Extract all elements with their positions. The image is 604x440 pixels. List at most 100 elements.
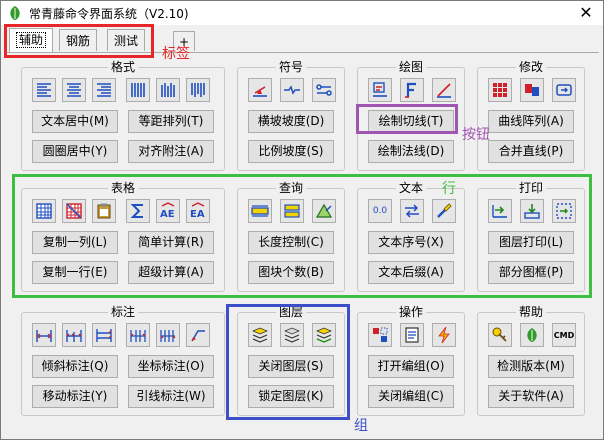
check-version-button[interactable]: 检测版本(M) xyxy=(488,355,574,378)
dimension-linear-icon[interactable] xyxy=(32,323,56,347)
triangle-measure-icon[interactable] xyxy=(312,199,336,223)
group-title: 表格 xyxy=(107,181,138,195)
table-grid-icon[interactable] xyxy=(32,199,56,223)
text-ea-icon[interactable]: EA xyxy=(186,199,210,223)
draw-tangent-button[interactable]: 绘制切线(T) xyxy=(368,110,454,133)
group-title: 打印 xyxy=(515,181,546,195)
dimension-continue-icon[interactable] xyxy=(62,323,86,347)
close-layer-button[interactable]: 关闭图层(S) xyxy=(248,355,334,378)
block-count-button[interactable]: 图块个数(B) xyxy=(248,261,334,284)
tab-gangjin[interactable]: 钢筋 xyxy=(59,29,98,51)
copy-column-button[interactable]: 复制一列(L) xyxy=(32,231,118,254)
close-button[interactable]: ✕ xyxy=(575,3,597,23)
text-suffix-button[interactable]: 文本后缀(A) xyxy=(368,261,454,284)
about-software-button[interactable]: 关于软件(A) xyxy=(488,385,574,408)
lock-layer-button[interactable]: 锁定图层(K) xyxy=(248,385,334,408)
layers-close-icon[interactable] xyxy=(280,323,304,347)
group-bangzhu: 帮助 CMD 检测版本(M) 关于软件(A) xyxy=(477,305,585,416)
group-title: 图层 xyxy=(275,305,306,319)
align-note-button[interactable]: 对齐附注(A) xyxy=(128,140,214,163)
group-tuceng: 图层 关闭图层(S) 锁定图层(K) xyxy=(237,305,345,416)
normal-line-icon[interactable] xyxy=(432,78,456,102)
oblique-dimension-button[interactable]: 倾斜标注(Q) xyxy=(32,355,118,378)
group-xiugai: 修改 曲线阵列(A) 合并直线(P) xyxy=(477,60,585,171)
swap-arrows-icon[interactable] xyxy=(400,199,424,223)
cmd-icon[interactable]: CMD xyxy=(552,323,576,347)
tab-label: 测试 xyxy=(114,34,139,48)
tab-label: 钢筋 xyxy=(66,34,91,48)
layers-stack-icon[interactable] xyxy=(248,323,272,347)
group-title: 标注 xyxy=(107,305,138,319)
tab-fuzhu[interactable]: 辅助 xyxy=(9,28,54,52)
layer-print-button[interactable]: 图层打印(L) xyxy=(488,231,574,254)
clipboard-icon[interactable] xyxy=(92,199,116,223)
align-right-icon[interactable] xyxy=(92,78,116,102)
group-fuhao: 符号 横坡坡度(D) 比例坡度(S) xyxy=(237,60,345,171)
group-title: 绘图 xyxy=(395,60,426,74)
move-dimension-button[interactable]: 移动标注(Y) xyxy=(32,385,118,408)
dimension-multi-icon[interactable] xyxy=(156,323,180,347)
dimension-baseline-icon[interactable] xyxy=(92,323,116,347)
tab-ceshi[interactable]: 测试 xyxy=(107,29,146,51)
dimension-equal-icon[interactable] xyxy=(126,323,150,347)
text-ae-icon[interactable]: AE xyxy=(156,199,180,223)
ivy-leaf-icon xyxy=(7,5,23,21)
paint-brush-icon[interactable] xyxy=(432,199,456,223)
merge-lines-button[interactable]: 合并直线(P) xyxy=(488,140,574,163)
group-huitu: 绘图 绘制切线(T) 绘制法线(D) xyxy=(357,60,465,171)
partial-frame-button[interactable]: 部分图框(P) xyxy=(488,261,574,284)
refresh-loop-icon[interactable] xyxy=(552,78,576,102)
length-control-button[interactable]: 长度控制(C) xyxy=(248,231,334,254)
grid-array-icon[interactable] xyxy=(488,78,512,102)
text-sequence-button[interactable]: 文本序号(X) xyxy=(368,231,454,254)
merge-blocks-icon[interactable] xyxy=(520,78,544,102)
draw-normal-button[interactable]: 绘制法线(D) xyxy=(368,140,454,163)
align-center-icon[interactable] xyxy=(62,78,86,102)
coordinate-dimension-button[interactable]: 坐标标注(O) xyxy=(128,355,214,378)
title-bar: 常青藤命令界面系统（V2.10) ✕ xyxy=(1,1,603,25)
copy-row-button[interactable]: 复制一行(E) xyxy=(32,261,118,284)
text-f-icon[interactable] xyxy=(400,78,424,102)
svg-text:EA: EA xyxy=(190,209,205,220)
open-group-button[interactable]: 打开编组(O) xyxy=(368,355,454,378)
super-calc-button[interactable]: 超级计算(A) xyxy=(128,261,214,284)
vertical-bars-bottom-icon[interactable] xyxy=(186,78,210,102)
simple-calc-button[interactable]: 简单计算(R) xyxy=(128,231,214,254)
vertical-distribute-icon[interactable] xyxy=(126,78,150,102)
length-bar-icon[interactable] xyxy=(248,199,272,223)
print-layer-icon[interactable] xyxy=(488,199,512,223)
equal-spacing-button[interactable]: 等距排列(T) xyxy=(128,110,214,133)
ivy-about-icon[interactable] xyxy=(520,323,544,347)
sum-sigma-icon[interactable] xyxy=(126,199,150,223)
align-left-icon[interactable] xyxy=(32,78,56,102)
curve-array-button[interactable]: 曲线阵列(A) xyxy=(488,110,574,133)
table-red-grid-icon[interactable] xyxy=(62,199,86,223)
layers-lock-icon[interactable] xyxy=(312,323,336,347)
leader-dimension-button[interactable]: 引线标注(W) xyxy=(128,385,214,408)
document-list-icon[interactable] xyxy=(400,323,424,347)
tangent-draw-icon[interactable] xyxy=(368,78,392,102)
lightning-icon[interactable] xyxy=(432,323,456,347)
tab-label: 辅助 xyxy=(16,32,47,48)
group-dayin: 打印 图层打印(L) 部分图框(P) xyxy=(477,181,585,292)
chain-link-icon[interactable] xyxy=(312,78,336,102)
group-objects-icon[interactable] xyxy=(368,323,392,347)
block-count-icon[interactable] xyxy=(280,199,304,223)
button-annotation-label: 按钮 xyxy=(462,127,490,143)
vertical-bars-icon[interactable] xyxy=(156,78,180,102)
ratio-slope-button[interactable]: 比例坡度(S) xyxy=(248,140,334,163)
slope-symbol-icon[interactable] xyxy=(248,78,272,102)
tab-annotation-label: 标签 xyxy=(162,46,190,62)
cross-slope-button[interactable]: 横坡坡度(D) xyxy=(248,110,334,133)
key-check-icon[interactable] xyxy=(488,323,512,347)
zigzag-line-icon[interactable] xyxy=(280,78,304,102)
close-group-button[interactable]: 关闭编组(C) xyxy=(368,385,454,408)
group-biaozhu: 标注 倾斜标注(Q) 坐标标注(O) 移动标注(Y) 引线标注(W) xyxy=(21,305,225,416)
svg-text:AE: AE xyxy=(160,209,175,220)
center-text-button[interactable]: 文本居中(M) xyxy=(32,110,118,133)
print-export-icon[interactable] xyxy=(520,199,544,223)
circle-center-button[interactable]: 圆圈居中(Y) xyxy=(32,140,118,163)
decimal-number-icon[interactable]: 0.0 xyxy=(368,199,392,223)
partial-frame-icon[interactable] xyxy=(552,199,576,223)
leader-note-icon[interactable] xyxy=(186,323,210,347)
